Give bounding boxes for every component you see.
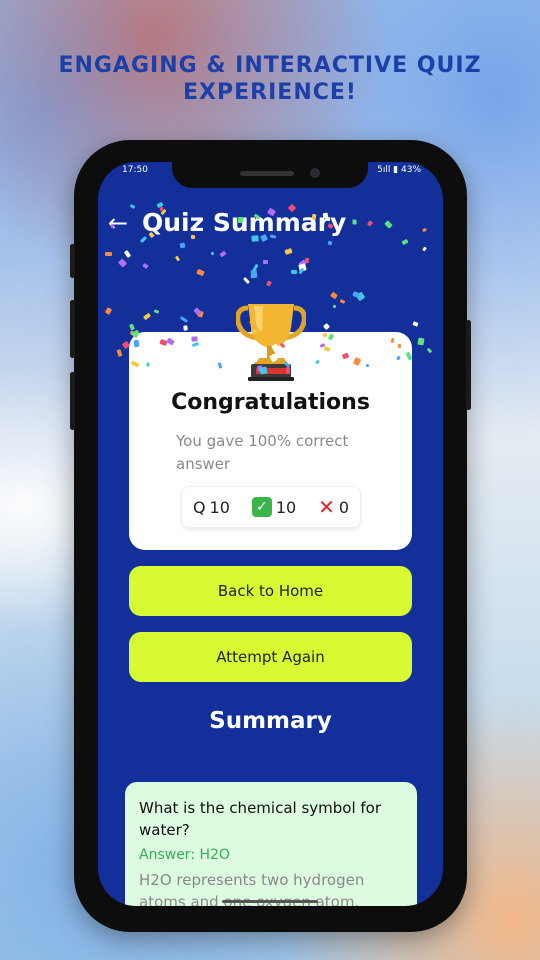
power-button [466, 320, 471, 410]
back-to-home-button[interactable]: Back to Home [129, 566, 412, 616]
question-text: What is the chemical symbol for water? [139, 799, 382, 839]
correct-stat: ✓ 10 [251, 497, 297, 517]
promo-headline: ENGAGING & INTERACTIVE QUIZ EXPERIENCE! [0, 52, 540, 106]
result-message: You gave 100% correct answer [176, 432, 349, 473]
confetti-piece [195, 269, 205, 277]
app-screen: 17:50 5ıll ▮ 43% ← Quiz Summary Congratu… [98, 162, 443, 906]
confetti-piece [266, 279, 273, 287]
confetti-piece [284, 248, 293, 256]
confetti-piece [401, 238, 409, 246]
confetti-piece [105, 252, 113, 257]
confetti-piece [174, 255, 181, 262]
confetti-piece [259, 234, 268, 243]
notch [172, 162, 368, 188]
correct-count: 10 [275, 497, 297, 517]
promo-headline-line1: ENGAGING & INTERACTIVE QUIZ [58, 53, 482, 78]
check-icon: ✓ [251, 497, 272, 517]
total-questions-stat: Q 10 [193, 498, 230, 517]
confetti-piece [285, 366, 290, 374]
confetti-piece [191, 234, 196, 240]
mute-switch [70, 244, 75, 278]
confetti-piece [129, 323, 136, 331]
app-header: ← Quiz Summary [108, 208, 346, 237]
confetti-piece [124, 249, 132, 258]
confetti-piece [269, 234, 277, 239]
confetti-piece [323, 322, 331, 330]
score-stats: Q 10 ✓ 10 ✕ 0 [181, 486, 361, 528]
front-camera [310, 168, 320, 178]
promo-headline-line2: EXPERIENCE! [183, 80, 357, 105]
confetti-piece [417, 337, 425, 346]
confetti-piece [332, 304, 337, 309]
confetti-piece [327, 240, 333, 246]
confetti-piece [191, 336, 199, 342]
confetti-piece [154, 309, 160, 314]
wrong-count: 0 [338, 497, 350, 517]
confetti-piece [139, 236, 147, 244]
confetti-piece [159, 206, 163, 212]
confetti-piece [142, 263, 150, 270]
confetti-piece [146, 362, 150, 367]
total-count: 10 [209, 497, 230, 517]
status-indicators: 5ıll ▮ 43% [377, 165, 421, 175]
speaker [240, 171, 294, 176]
confetti-piece [183, 325, 188, 331]
confetti-piece [365, 363, 370, 367]
confetti-piece [116, 349, 123, 357]
confetti-piece [426, 347, 433, 354]
confetti-piece [412, 321, 420, 328]
question-prefix: Q [192, 497, 206, 517]
confetti-piece [389, 337, 395, 343]
confetti-piece [422, 228, 428, 233]
confetti-piece [179, 316, 189, 324]
confetti-piece [339, 298, 346, 304]
confetti-piece [252, 263, 259, 271]
confetti-piece [117, 258, 128, 268]
confetti-piece [250, 270, 258, 279]
confetti-piece [237, 217, 244, 224]
wrong-stat: ✕ 0 [318, 495, 349, 519]
trophy-icon [236, 304, 306, 381]
volume-down-button [70, 372, 75, 430]
confetti-piece [422, 246, 427, 252]
volume-up-button [70, 300, 75, 358]
confetti-piece [179, 242, 186, 249]
summary-question-card: What is the chemical symbol for water? A… [125, 782, 417, 906]
confetti-piece [210, 251, 216, 256]
confetti-piece [133, 339, 140, 347]
home-indicator[interactable] [222, 900, 318, 903]
confetti-piece [384, 220, 394, 230]
confetti-piece [330, 291, 339, 299]
confetti-piece [352, 219, 357, 226]
attempt-again-button[interactable]: Attempt Again [129, 632, 412, 682]
summary-heading: Summary [209, 708, 332, 734]
confetti-piece [263, 260, 269, 265]
congrats-heading: Congratulations [171, 390, 370, 415]
cross-icon: ✕ [318, 495, 335, 519]
confetti-piece [251, 234, 260, 242]
page-title: Quiz Summary [142, 208, 347, 237]
confetti-piece [366, 220, 373, 227]
confetti-piece [259, 366, 268, 375]
phone-frame: 17:50 5ıll ▮ 43% ← Quiz Summary Congratu… [70, 140, 471, 932]
status-time: 17:50 [122, 165, 148, 175]
answer-text: Answer: H2O [139, 847, 230, 863]
confetti-piece [304, 257, 310, 264]
confetti-piece [322, 212, 329, 219]
confetti-piece [398, 343, 402, 348]
arrow-left-icon[interactable]: ← [108, 209, 134, 237]
confetti-piece [147, 232, 155, 239]
confetti-piece [243, 276, 251, 285]
confetti-piece [290, 270, 297, 275]
confetti-piece [104, 307, 112, 315]
confetti-piece [219, 250, 227, 258]
confetti-piece [142, 312, 151, 321]
